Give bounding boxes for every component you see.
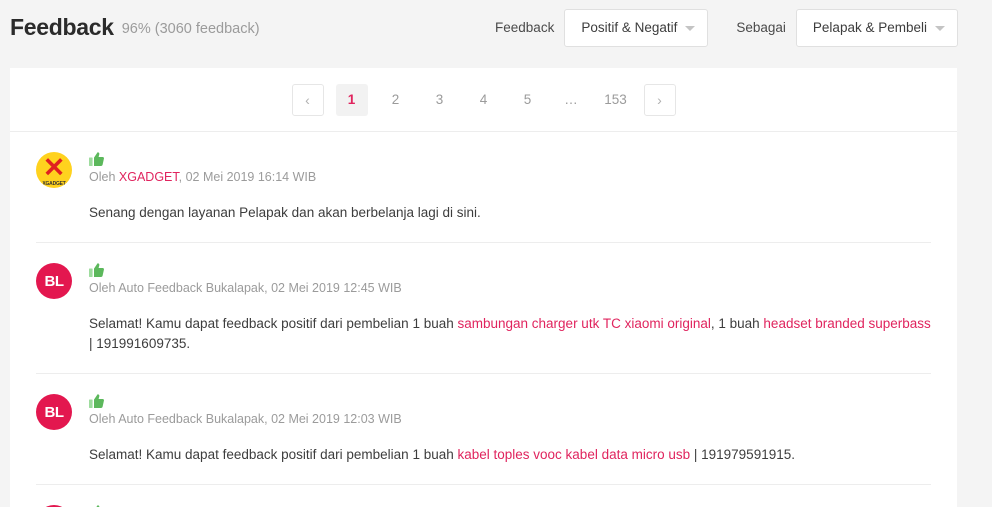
feedback-text-segment: Selamat! Kamu dapat feedback positif dar… xyxy=(89,316,458,331)
pagination-prev-button[interactable]: ‹ xyxy=(291,83,324,116)
page-header: Feedback 96% (3060 feedback) Feedback Po… xyxy=(0,0,992,55)
pagination-page-2[interactable]: 2 xyxy=(380,84,412,116)
feedback-author-link[interactable]: Auto Feedback Bukalapak xyxy=(118,281,264,295)
feedback-text: Selamat! Kamu dapat feedback positif dar… xyxy=(89,314,931,354)
feedback-meta-prefix: Oleh xyxy=(89,412,119,426)
pagination: ‹ 1 2 3 4 5 … 153 › xyxy=(286,83,682,116)
feedback-text-segment: | 191979591915. xyxy=(690,447,795,462)
role-value: Pelapak & Pembeli xyxy=(812,20,927,35)
pagination-next-button[interactable]: › xyxy=(643,83,676,116)
feedback-text-segment: , 1 buah xyxy=(710,316,764,331)
filter-feedback-type-label: Feedback xyxy=(495,20,555,35)
pagination-page-4[interactable]: 4 xyxy=(468,84,500,116)
filter-role-label: Sebagai xyxy=(736,20,786,35)
feedback-item: BL Oleh Auto Feedback Bukalapak, 02 Mei 2… xyxy=(36,374,931,485)
filter-role: Sebagai Pelapak & Pembeli xyxy=(736,8,958,47)
x-mark-icon: ✕ xyxy=(42,152,66,183)
feedback-text: Selamat! Kamu dapat feedback positif dar… xyxy=(89,445,931,465)
pagination-pages: 1 2 3 4 5 … 153 xyxy=(330,83,638,116)
thumbs-up-icon xyxy=(89,263,104,277)
feedback-type-value: Positif & Negatif xyxy=(581,20,678,35)
feedback-timestamp: , 02 Mei 2019 12:45 WIB xyxy=(264,281,402,295)
chevron-down-icon xyxy=(685,25,696,31)
pagination-page-3[interactable]: 3 xyxy=(424,84,456,116)
page-subtitle: 96% (3060 feedback) xyxy=(121,20,260,37)
feedback-item: ✕ XGADGET Oleh XGADGET, 02 Mei 2019 16:14 … xyxy=(36,132,931,243)
feedback-text-segment: | 191991609735. xyxy=(89,336,191,351)
feedback-meta: Oleh Auto Feedback Bukalapak, 02 Mei 201… xyxy=(89,279,931,297)
feedback-item: BL xyxy=(36,485,931,507)
filter-feedback-type: Feedback Positif & Negatif xyxy=(495,8,709,47)
role-select[interactable]: Pelapak & Pembeli xyxy=(795,8,958,47)
feedback-meta-prefix: Oleh xyxy=(89,170,119,184)
avatar-bukalapak[interactable]: BL xyxy=(36,263,72,299)
feedback-author-link[interactable]: XGADGET xyxy=(119,170,179,184)
feedback-list: ✕ XGADGET Oleh XGADGET, 02 Mei 2019 16:14 … xyxy=(10,132,957,507)
feedback-timestamp: , 02 Mei 2019 16:14 WIB xyxy=(178,170,317,184)
feedback-timestamp: , 02 Mei 2019 12:03 WIB xyxy=(264,412,402,426)
pagination-bar: ‹ 1 2 3 4 5 … 153 › xyxy=(10,68,957,132)
pagination-page-153[interactable]: 153 xyxy=(600,84,632,116)
feedback-meta-prefix: Oleh xyxy=(89,281,119,295)
feedback-item: BL Oleh Auto Feedback Bukalapak, 02 Mei 2… xyxy=(36,243,931,374)
pagination-page-1[interactable]: 1 xyxy=(335,83,368,116)
pagination-ellipsis: … xyxy=(564,92,579,107)
feedback-meta: Oleh Auto Feedback Bukalapak, 02 Mei 201… xyxy=(89,410,931,428)
product-link[interactable]: kabel toples vooc kabel data micro usb xyxy=(457,447,690,462)
chevron-down-icon xyxy=(935,25,945,31)
thumbs-up-icon xyxy=(89,152,104,166)
product-link[interactable]: headset branded superbass xyxy=(763,316,930,331)
avatar-brand-text: XGADGET xyxy=(42,181,66,187)
avatar-bukalapak[interactable]: BL xyxy=(36,394,72,430)
page-title: Feedback xyxy=(10,14,114,40)
pagination-page-5[interactable]: 5 xyxy=(512,84,544,116)
feedback-body: Oleh Auto Feedback Bukalapak, 02 Mei 201… xyxy=(89,263,931,354)
feedback-text-segment: Selamat! Kamu dapat feedback positif dar… xyxy=(89,447,458,462)
feedback-author-link[interactable]: Auto Feedback Bukalapak xyxy=(118,412,264,426)
feedback-body: Oleh Auto Feedback Bukalapak, 02 Mei 201… xyxy=(89,394,931,465)
product-link[interactable]: sambungan charger utk TC xiaomi original xyxy=(457,316,710,331)
avatar-xgadget[interactable]: ✕ XGADGET xyxy=(36,152,72,188)
feedback-type-select[interactable]: Positif & Negatif xyxy=(564,8,709,47)
feedback-text: Senang dengan layanan Pelapak dan akan b… xyxy=(89,203,931,223)
feedback-card: ‹ 1 2 3 4 5… 153 › ✕ XGADGET Oleh XGADGET, 02 M… xyxy=(10,68,957,507)
feedback-meta: Oleh XGADGET, 02 Mei 2019 16:14 WIB xyxy=(89,168,931,186)
thumbs-up-icon xyxy=(89,394,104,408)
feedback-body: Oleh XGADGET, 02 Mei 2019 16:14 WIB Senan… xyxy=(89,152,931,223)
feedback-text-segment: Senang dengan layanan Pelapak dan akan b… xyxy=(89,205,481,220)
